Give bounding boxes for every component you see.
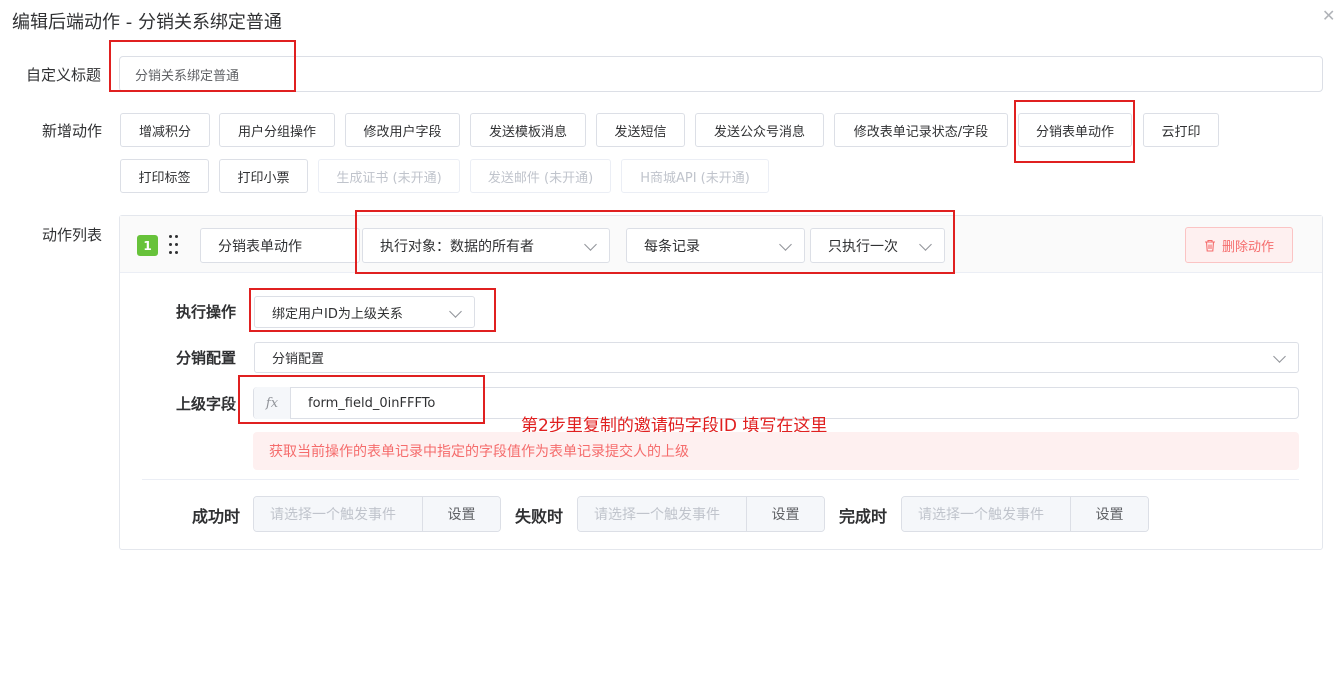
- chevron-down-icon: [919, 238, 932, 251]
- mall-api-button[interactable]: H商城API (未开通): [621, 159, 769, 193]
- parent-field-label: 上级字段: [176, 395, 237, 413]
- chevron-down-icon: [1273, 350, 1286, 363]
- exec-operation-value: 绑定用户ID为上级关系: [272, 306, 403, 322]
- print-label-button[interactable]: 打印标签: [120, 159, 209, 193]
- divider: [142, 479, 1299, 480]
- on-fail-label: 失败时: [515, 507, 564, 526]
- action-list-label: 动作列表: [42, 226, 103, 244]
- delete-action-label: 删除动作: [1221, 239, 1274, 255]
- exec-operation-label: 执行操作: [176, 303, 237, 321]
- send-email-button[interactable]: 发送邮件 (未开通): [470, 159, 611, 193]
- send-mp-msg-button[interactable]: 发送公众号消息: [695, 113, 824, 147]
- add-points-button[interactable]: 增减积分: [120, 113, 210, 147]
- hint-alert: 获取当前操作的表单记录中指定的字段值作为表单记录提交人的上级: [253, 432, 1299, 470]
- delete-action-button[interactable]: 删除动作: [1185, 227, 1293, 263]
- on-fail-set-button[interactable]: 设置: [747, 497, 824, 531]
- on-success-input[interactable]: 请选择一个触发事件: [254, 497, 423, 531]
- cloud-print-button[interactable]: 云打印: [1143, 113, 1219, 147]
- frequency-select[interactable]: 每条记录: [626, 228, 805, 263]
- repeat-select[interactable]: 只执行一次: [810, 228, 945, 263]
- action-name-value: 分销表单动作: [218, 238, 302, 255]
- chevron-down-icon: [584, 238, 597, 251]
- dialog-title: 编辑后端动作 - 分销关系绑定普通: [12, 12, 282, 33]
- on-success-set-button[interactable]: 设置: [423, 497, 500, 531]
- parent-field-value: form_field_0inFFFTo: [308, 395, 436, 411]
- on-complete-label: 完成时: [839, 507, 888, 526]
- custom-title-input[interactable]: 分销关系绑定普通: [119, 56, 1323, 92]
- target-value: 执行对象：数据的所有者: [380, 238, 534, 255]
- chevron-down-icon: [779, 238, 792, 251]
- on-success-group: 请选择一个触发事件 设置: [253, 496, 501, 532]
- on-complete-set-button[interactable]: 设置: [1071, 497, 1148, 531]
- exec-operation-select[interactable]: 绑定用户ID为上级关系: [254, 296, 475, 328]
- send-template-msg-button[interactable]: 发送模板消息: [470, 113, 586, 147]
- target-select[interactable]: 执行对象：数据的所有者: [362, 228, 610, 263]
- on-complete-input[interactable]: 请选择一个触发事件: [902, 497, 1071, 531]
- fx-icon[interactable]: fx: [254, 387, 291, 419]
- custom-title-label: 自定义标题: [26, 66, 102, 84]
- custom-title-value: 分销关系绑定普通: [135, 68, 240, 84]
- on-complete-group: 请选择一个触发事件 设置: [901, 496, 1149, 532]
- action-name-field[interactable]: 分销表单动作: [200, 228, 360, 263]
- distribution-config-select[interactable]: 分销配置: [254, 342, 1299, 373]
- user-group-button[interactable]: 用户分组操作: [219, 113, 335, 147]
- frequency-value: 每条记录: [644, 238, 700, 255]
- on-success-label: 成功时: [192, 507, 241, 526]
- trash-icon: [1204, 239, 1215, 252]
- distribution-config-value: 分销配置: [272, 352, 325, 367]
- close-icon[interactable]: ✕: [1322, 6, 1335, 25]
- drag-handle-icon[interactable]: [168, 233, 180, 257]
- modify-user-field-button[interactable]: 修改用户字段: [345, 113, 460, 147]
- on-fail-group: 请选择一个触发事件 设置: [577, 496, 825, 532]
- modify-record-status-button[interactable]: 修改表单记录状态/字段: [834, 113, 1008, 147]
- on-fail-input[interactable]: 请选择一个触发事件: [578, 497, 747, 531]
- action-index-badge: 1: [137, 235, 158, 256]
- generate-certificate-button[interactable]: 生成证书 (未开通): [318, 159, 460, 193]
- print-ticket-button[interactable]: 打印小票: [219, 159, 308, 193]
- distribution-form-action-button[interactable]: 分销表单动作: [1018, 113, 1132, 147]
- new-action-label: 新增动作: [42, 122, 103, 140]
- send-sms-button[interactable]: 发送短信: [596, 113, 685, 147]
- repeat-value: 只执行一次: [828, 238, 898, 255]
- chevron-down-icon: [449, 305, 462, 318]
- distribution-config-label: 分销配置: [176, 349, 237, 367]
